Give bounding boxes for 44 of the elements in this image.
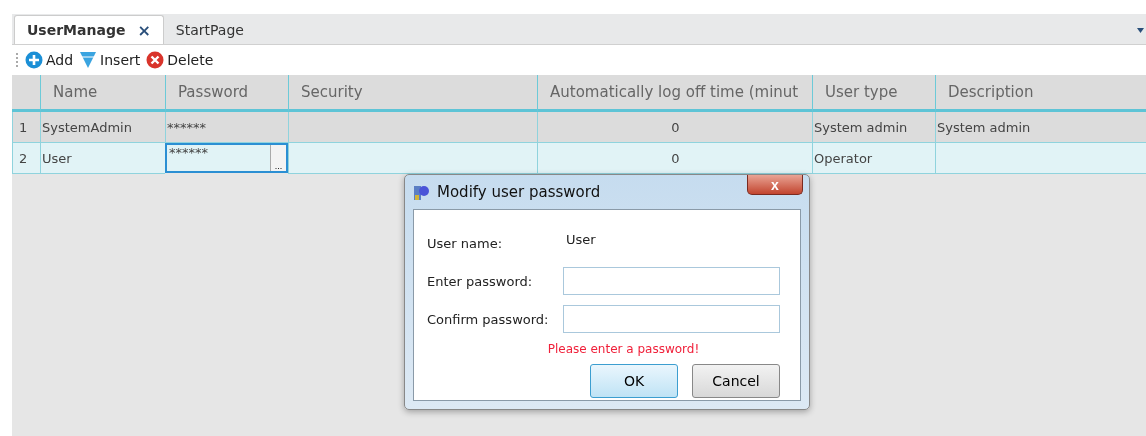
close-icon[interactable]: × [137,20,151,40]
grip-icon [16,52,19,68]
column-header[interactable]: Automatically log off time (minut [537,75,812,112]
field-label: Confirm password: [427,311,550,327]
table-cell: 0 [537,112,812,143]
table-cell: SystemAdmin [40,112,165,143]
password-input[interactable] [562,305,780,333]
header-cell [12,75,40,112]
dialog-title: Modify user password [437,183,601,201]
app-icon [413,183,431,201]
table-cell: 0 [537,143,812,174]
dialog-button[interactable]: OK [590,364,678,398]
caret-icon[interactable] [1137,28,1144,33]
field-label: User name: [427,235,503,251]
toolbar-button[interactable]: Delete [146,51,214,69]
field-label: Enter password: [427,273,534,289]
user-name-value: User [566,231,596,247]
toolbar-button[interactable]: Insert [79,51,141,69]
table-cell: System admin [812,112,935,143]
close-button[interactable]: x [747,175,803,195]
password-input[interactable] [562,267,780,295]
plus-icon [25,51,43,69]
delete-icon [146,51,165,69]
password-field[interactable]: ****** ... [165,143,288,173]
tab-label: UserManage [27,22,126,38]
row-number: 2 [12,143,40,174]
tab-label: StartPage [175,22,244,38]
table-cell: User [40,143,165,174]
down-arrow-icon [79,51,98,69]
ellipsis-button[interactable]: ... [270,145,286,171]
toolbar-button[interactable]: Add [25,51,74,69]
tab[interactable]: StartPage [163,16,256,44]
column-header[interactable]: Name [40,75,165,112]
column-header[interactable]: Security [288,75,537,112]
tab[interactable]: UserManage × [14,15,164,44]
table-cell: Operator [812,143,935,174]
table-cell: System admin [935,112,1146,143]
dialog-button[interactable]: Cancel [692,364,780,398]
column-header[interactable]: Password [165,75,288,112]
row-number: 1 [12,112,40,143]
column-header[interactable]: User type [812,75,935,112]
error-message: Please enter a password! [546,342,701,356]
column-header[interactable]: Description [935,75,1146,112]
table-cell: ****** [165,112,288,143]
